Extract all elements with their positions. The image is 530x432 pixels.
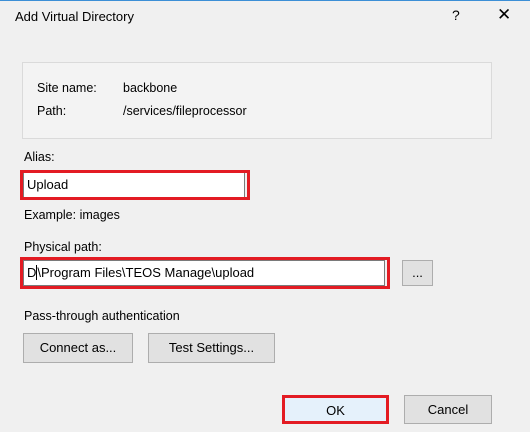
dialog-title: Add Virtual Directory <box>15 9 134 24</box>
connect-as-button[interactable]: Connect as... <box>23 333 133 363</box>
path-value: /services/fileprocessor <box>123 104 247 118</box>
browse-button[interactable]: ... <box>402 260 433 286</box>
path-label: Path: <box>37 104 67 118</box>
title-bar-accent <box>0 0 530 1</box>
alias-label: Alias: <box>24 150 55 164</box>
physical-path-label: Physical path: <box>24 240 102 254</box>
alias-highlight <box>20 170 250 200</box>
auth-label: Pass-through authentication <box>24 309 180 323</box>
physical-path-highlight <box>20 257 390 289</box>
alias-example: Example: images <box>24 208 120 222</box>
help-button[interactable]: ? <box>452 7 460 23</box>
close-icon[interactable]: ✕ <box>497 5 511 25</box>
test-settings-button[interactable]: Test Settings... <box>148 333 275 363</box>
site-name-value: backbone <box>123 81 178 95</box>
cancel-button[interactable]: Cancel <box>404 395 492 424</box>
site-info-panel: Site name: backbone Path: /services/file… <box>22 62 492 139</box>
site-name-label: Site name: <box>37 81 97 95</box>
ok-button[interactable]: OK <box>282 395 389 424</box>
